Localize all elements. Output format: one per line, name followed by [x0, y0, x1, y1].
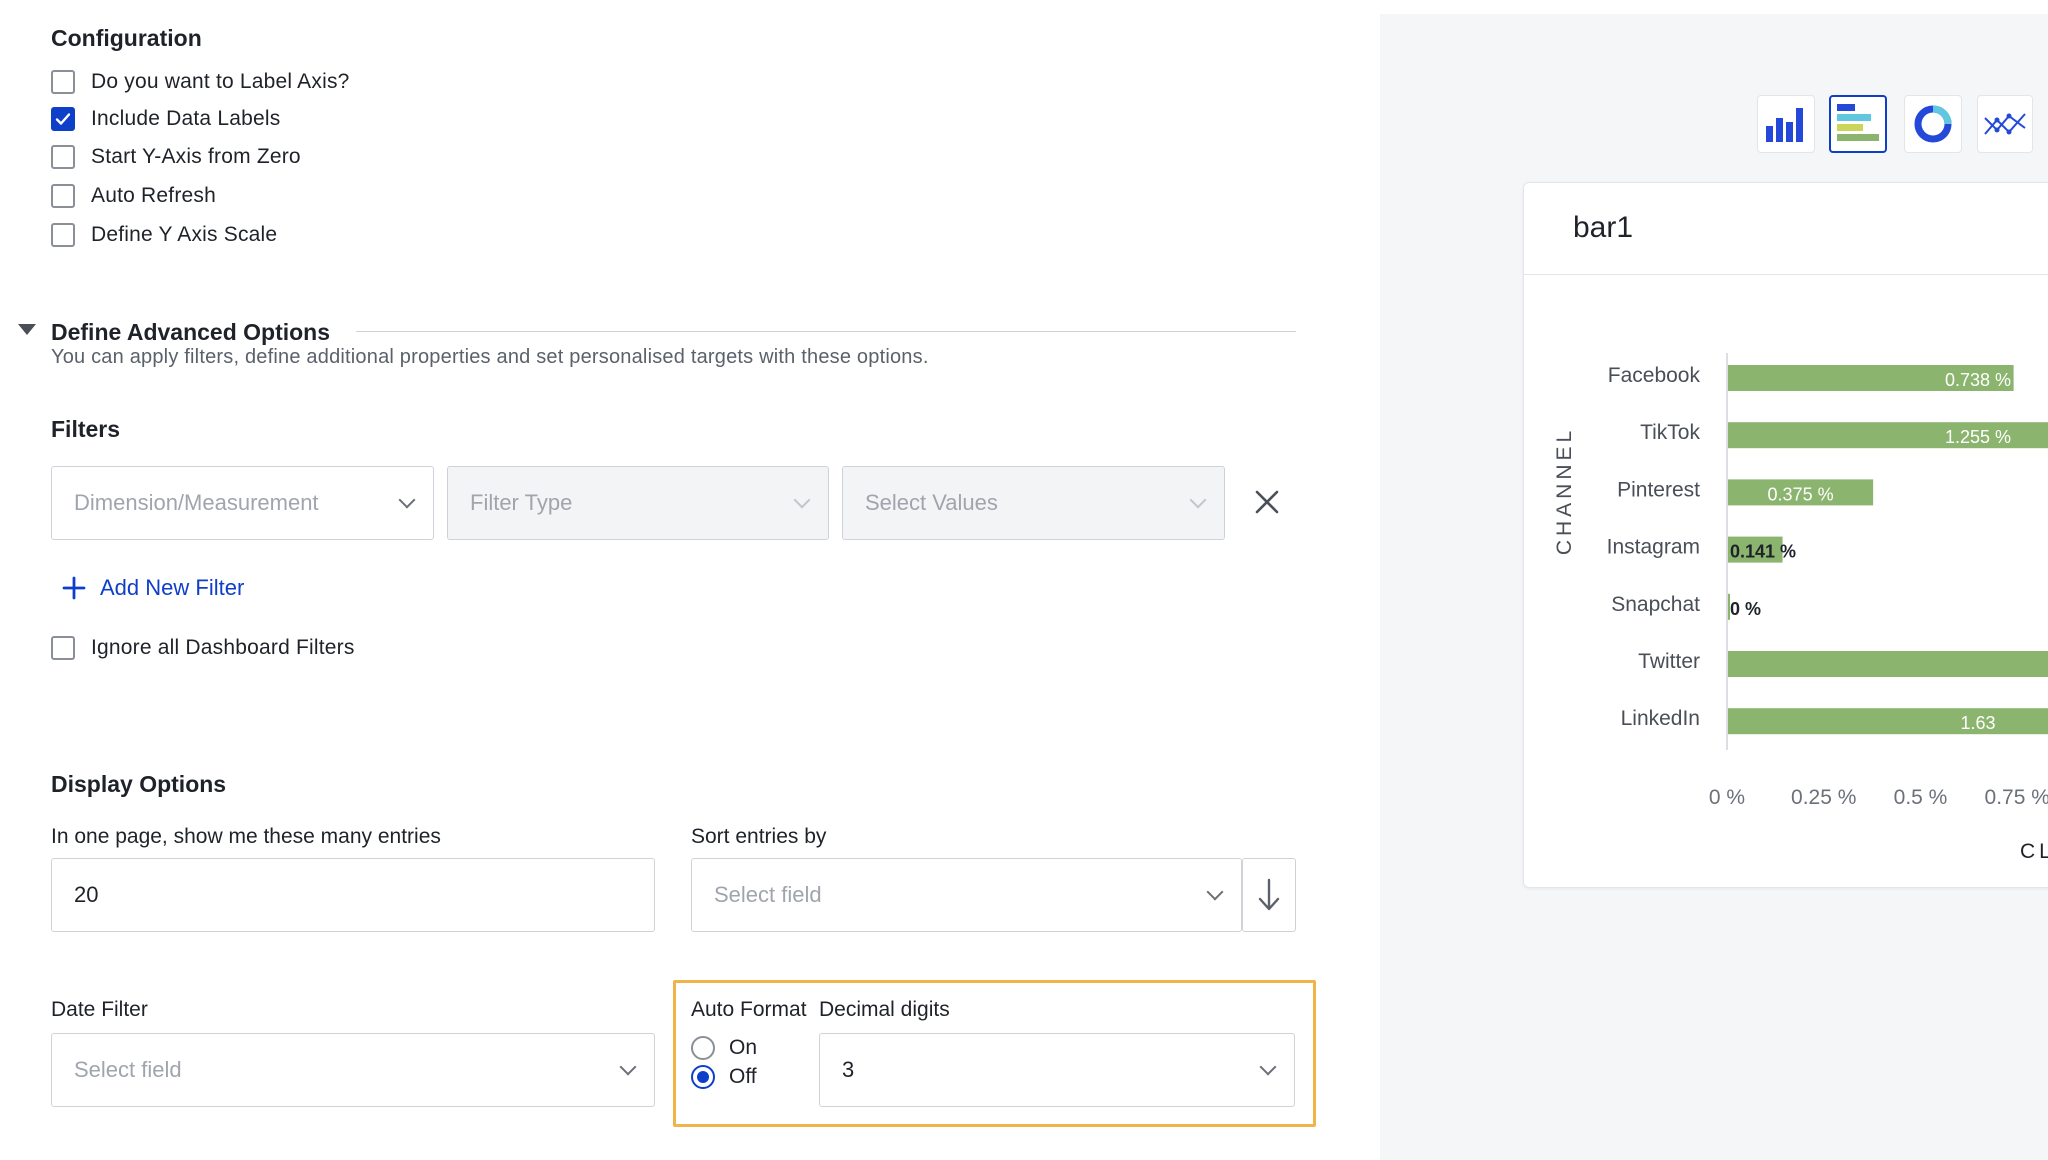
horizontal-bar-icon: [1837, 104, 1879, 141]
data-label: 0.141 %: [1730, 542, 1796, 562]
radio-selected-icon[interactable]: [691, 1065, 715, 1089]
x-tick-label: 0.25 %: [1791, 786, 1856, 809]
advanced-options-title[interactable]: Define Advanced Options: [51, 319, 330, 346]
bar: [1728, 708, 2048, 735]
horizontal-bar-chart: CHANNEL Facebook 0.738 % TikTok 1.255 % Pinte…: [1553, 353, 2048, 863]
checkbox-label: Ignore all Dashboard Filters: [91, 636, 355, 659]
chevron-down-icon: [1189, 491, 1207, 509]
plus-icon: [62, 576, 86, 600]
checkbox-label: Auto Refresh: [91, 184, 216, 207]
chevron-down-icon: [398, 491, 416, 509]
chevron-down-icon: [793, 491, 811, 509]
entries-label: In one page, show me these many entries: [51, 825, 441, 848]
x-axis-label: CL: [2020, 840, 2048, 863]
decimal-digits-select[interactable]: 3: [819, 1033, 1295, 1107]
configuration-title: Configuration: [51, 25, 202, 51]
advanced-options-subtitle: You can apply filters, define additional…: [51, 346, 929, 368]
radio-label: On: [729, 1036, 758, 1059]
bar-chart-icon: [1766, 108, 1803, 142]
checkbox-define-y-axis-scale[interactable]: Define Y Axis Scale: [51, 223, 277, 247]
collapse-triangle-icon[interactable]: [18, 324, 36, 335]
display-options-title: Display Options: [51, 771, 227, 797]
entries-input[interactable]: 20: [51, 858, 655, 932]
x-tick-label: 0.5 %: [1894, 786, 1948, 809]
dimension-placeholder: Dimension/Measurement: [74, 490, 319, 515]
data-label: 0.738 %: [1945, 370, 2011, 390]
chart-type-horizontal-bar[interactable]: [1829, 95, 1887, 153]
chevron-down-icon: [619, 1058, 637, 1076]
auto-format-off-radio[interactable]: Off: [691, 1065, 757, 1089]
select-values-select[interactable]: Select Values: [842, 466, 1225, 540]
checkbox-ignore-dashboard-filters[interactable]: Ignore all Dashboard Filters: [51, 636, 355, 660]
close-icon[interactable]: [1254, 489, 1280, 515]
decimal-digits-label: Decimal digits: [819, 998, 950, 1021]
checkbox-start-y-axis-zero[interactable]: Start Y-Axis from Zero: [51, 145, 301, 169]
sort-field-select[interactable]: Select field: [691, 858, 1242, 932]
chevron-down-icon: [1259, 1058, 1277, 1076]
data-label: 0.375 %: [1768, 484, 1834, 504]
auto-format-on-radio[interactable]: On: [691, 1036, 757, 1060]
chart-type-donut[interactable]: [1904, 95, 1962, 153]
date-filter-label: Date Filter: [51, 998, 148, 1021]
checkbox-include-data-labels[interactable]: Include Data Labels: [51, 107, 280, 131]
radio-label: Off: [729, 1065, 757, 1088]
arrow-down-icon: [1258, 878, 1280, 911]
x-tick-label: 0 %: [1709, 786, 1745, 809]
checkbox-icon[interactable]: [51, 145, 75, 169]
chart-card: bar1 CHANNEL Facebook 0.738 % TikTok 1.255 %…: [1523, 182, 2048, 888]
data-label: 1.63: [1960, 713, 1995, 733]
checkbox-icon[interactable]: [51, 184, 75, 208]
checkbox-icon[interactable]: [51, 70, 75, 94]
dimension-measurement-select[interactable]: Dimension/Measurement: [51, 466, 434, 540]
chart-type-line[interactable]: [1977, 95, 2033, 153]
sort-placeholder: Select field: [714, 882, 822, 907]
configuration-panel: Configuration Do you want to Label Axis?…: [0, 0, 1380, 1160]
filters-title: Filters: [51, 416, 121, 442]
select-values-placeholder: Select Values: [865, 490, 998, 515]
chart-type-vertical-bar[interactable]: [1757, 95, 1815, 153]
donut-chart-icon: [1914, 105, 1952, 143]
chevron-down-icon: [1206, 883, 1224, 901]
y-axis-label: CHANNEL: [1553, 427, 1576, 555]
checkbox-icon[interactable]: [51, 636, 75, 660]
checkbox-label: Define Y Axis Scale: [91, 223, 278, 246]
decimal-digits-value: 3: [842, 1057, 855, 1082]
checkbox-auto-refresh[interactable]: Auto Refresh: [51, 184, 216, 208]
category-label: Instagram: [1607, 536, 1700, 559]
category-label: Twitter: [1638, 650, 1700, 673]
category-label: Pinterest: [1617, 478, 1700, 501]
data-label: 1.255 %: [1945, 427, 2011, 447]
checkbox-label: Do you want to Label Axis?: [91, 70, 350, 93]
checkbox-label: Include Data Labels: [91, 107, 281, 130]
x-tick-label: 0.75 %: [1985, 786, 2048, 809]
category-label: LinkedIn: [1621, 707, 1700, 730]
checkbox-label-axis[interactable]: Do you want to Label Axis?: [51, 70, 350, 94]
add-new-filter-button[interactable]: Add New Filter: [62, 575, 244, 601]
checkbox-checked-icon[interactable]: [51, 107, 75, 131]
filter-type-select[interactable]: Filter Type: [447, 466, 829, 540]
entries-value: 20: [74, 882, 99, 907]
category-label: Snapchat: [1611, 593, 1700, 616]
sort-label: Sort entries by: [691, 825, 827, 848]
add-new-filter-label: Add New Filter: [100, 575, 245, 600]
auto-format-label: Auto Format: [691, 998, 807, 1021]
category-label: TikTok: [1640, 421, 1700, 444]
sort-direction-button[interactable]: [1242, 858, 1296, 932]
filter-type-placeholder: Filter Type: [470, 490, 573, 515]
date-filter-select[interactable]: Select field: [51, 1033, 655, 1107]
radio-icon[interactable]: [691, 1036, 715, 1060]
category-label: Facebook: [1608, 364, 1701, 387]
checkbox-icon[interactable]: [51, 223, 75, 247]
bar: [1728, 651, 2048, 677]
section-divider: [356, 331, 1296, 332]
checkbox-label: Start Y-Axis from Zero: [91, 145, 301, 168]
date-filter-placeholder: Select field: [74, 1057, 182, 1082]
data-label: 0 %: [1730, 599, 1761, 619]
line-chart-icon: [1984, 113, 2026, 135]
chart-title: bar1: [1573, 211, 1634, 244]
